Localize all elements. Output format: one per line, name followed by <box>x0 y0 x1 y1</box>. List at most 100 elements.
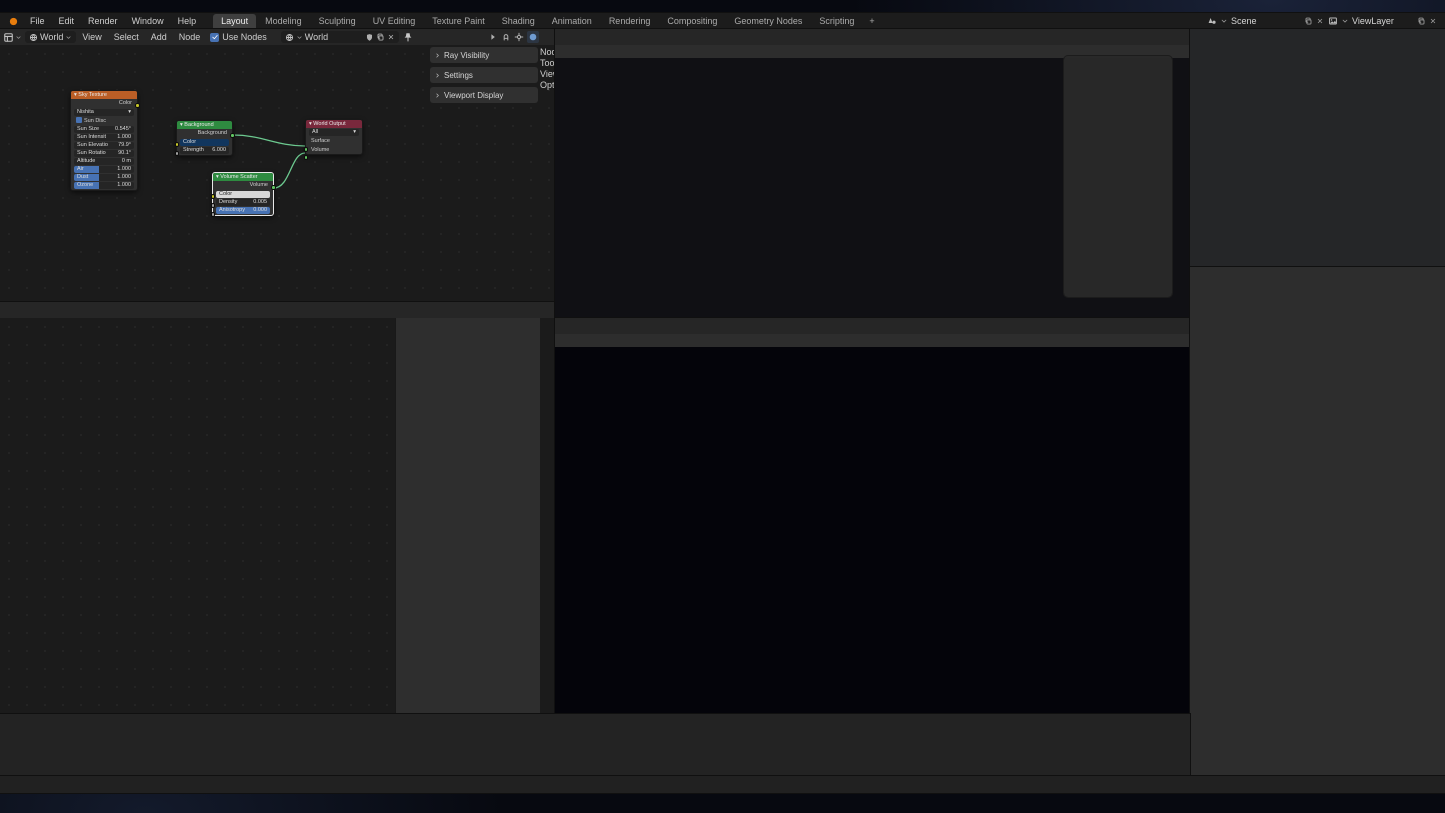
workspace-tab-animation[interactable]: Animation <box>544 14 600 29</box>
workspace-tab-texture-paint[interactable]: Texture Paint <box>424 14 493 29</box>
chevron-right-icon <box>434 72 441 79</box>
node-socket[interactable] <box>211 212 216 217</box>
sky-field-4[interactable]: Altitude0 m <box>74 158 134 165</box>
topbar-right: Scene ViewLayer <box>1207 16 1445 26</box>
panel-label: Ray Visibility <box>444 51 489 60</box>
sky-field-1[interactable]: Sun Intensit1.000 <box>74 134 134 141</box>
workspace-tab-scripting[interactable]: Scripting <box>811 14 862 29</box>
viewport-bottom-gizmos[interactable] <box>1135 350 1190 490</box>
chevron-down-icon <box>1220 17 1228 25</box>
close-icon[interactable] <box>1316 17 1324 25</box>
background-strength-field[interactable]: Strength6.000 <box>180 147 229 154</box>
background-node[interactable]: ▾ BackgroundBackgroundColorStrength6.000 <box>176 120 233 156</box>
sky-type-dropdown[interactable]: Nishita▾ <box>74 109 134 116</box>
use-nodes-checkbox[interactable]: Use Nodes <box>210 32 267 42</box>
node-socket[interactable] <box>304 155 309 160</box>
overlay-toggle-icon[interactable] <box>527 31 539 43</box>
workspace-tab-geometry-nodes[interactable]: Geometry Nodes <box>726 14 810 29</box>
shader-type-selector[interactable]: World <box>25 31 76 43</box>
sky-slider-2[interactable]: Ozone1.000 <box>74 182 134 189</box>
node-socket[interactable] <box>211 203 216 208</box>
sidebar-tab-node[interactable]: Node <box>540 47 555 57</box>
copy-icon[interactable] <box>1417 17 1426 26</box>
topbar-menu-file[interactable]: File <box>23 13 52 29</box>
shader-node-canvas[interactable]: ▾ Sky Texture Color Nishita▾Sun DiscSun Si… <box>0 45 555 302</box>
geometry-editor-header <box>0 302 555 318</box>
node-socket[interactable] <box>175 151 180 156</box>
shader-menu-view[interactable]: View <box>76 32 107 42</box>
editor-type-button[interactable] <box>3 32 22 43</box>
sidebar-tab-view[interactable]: View <box>540 69 555 79</box>
node-socket[interactable] <box>271 185 276 190</box>
sky-slider-1[interactable]: Dust1.000 <box>74 174 134 181</box>
status-bar <box>0 776 1445 793</box>
sky-field-0[interactable]: Sun Size0.545° <box>74 126 134 133</box>
properties-editor <box>1190 267 1445 776</box>
node-socket[interactable] <box>175 142 180 147</box>
chevron-right-icon <box>434 52 441 59</box>
shader-menu-node[interactable]: Node <box>173 32 207 42</box>
sidebar-panel-viewport-display[interactable]: Viewport Display <box>430 87 538 103</box>
workspace-tab-rendering[interactable]: Rendering <box>601 14 659 29</box>
unlink-icon[interactable] <box>387 33 395 41</box>
sun-disc-checkbox[interactable]: Sun Disc <box>71 117 137 126</box>
fake-user-icon[interactable] <box>365 33 374 42</box>
topbar-menu-help[interactable]: Help <box>171 13 204 29</box>
copy-icon[interactable] <box>376 33 385 42</box>
viewport-bottom-canvas[interactable] <box>555 347 1190 714</box>
shader-type-label: World <box>40 32 63 42</box>
workspace-tab-shading[interactable]: Shading <box>494 14 543 29</box>
sidebar-tab-tool[interactable]: Tool <box>540 58 555 68</box>
desktop: FileEditRenderWindowHelpLayoutModelingSc… <box>0 0 1445 813</box>
world-datablock-name: World <box>305 32 363 42</box>
sky-field-3[interactable]: Sun Rotatio90.1° <box>74 150 134 157</box>
viewport-top-gizmos[interactable] <box>1025 59 1085 209</box>
background-color-field[interactable]: Color <box>180 139 229 146</box>
viewport-bottom <box>555 318 1190 714</box>
topbar-menu-window[interactable]: Window <box>125 13 171 29</box>
header-magnet-icon[interactable] <box>501 32 511 42</box>
background-node-header: ▾ Background <box>177 121 232 129</box>
scatter-anisotropy-field[interactable]: Anisotropy0.000 <box>216 207 270 214</box>
workspace-tab-layout[interactable]: Layout <box>213 14 256 29</box>
shader-menu-add[interactable]: Add <box>145 32 173 42</box>
sidebar-tab-options[interactable]: Options <box>540 80 555 90</box>
chevron-down-icon <box>296 34 303 41</box>
view-layer-selector[interactable]: ViewLayer <box>1328 16 1437 26</box>
close-icon[interactable] <box>1429 17 1437 25</box>
copy-icon[interactable] <box>1304 17 1313 26</box>
background-output: Background <box>177 129 232 138</box>
sky-texture-node[interactable]: ▾ Sky TextureColorNishita▾Sun DiscSun Si… <box>70 90 138 191</box>
shader-sidebar-tabs: NodeToolViewOptions <box>540 47 555 90</box>
use-nodes-label: Use Nodes <box>222 32 267 42</box>
workspace-tab-modeling[interactable]: Modeling <box>257 14 310 29</box>
outliner <box>1190 29 1445 267</box>
topbar-menu-edit[interactable]: Edit <box>52 13 82 29</box>
workspace-tab-sculpting[interactable]: Sculpting <box>311 14 364 29</box>
world-datablock[interactable]: World <box>281 31 399 43</box>
shader-menu-select[interactable]: Select <box>108 32 145 42</box>
header-trir-icon[interactable] <box>488 32 498 42</box>
sky-field-2[interactable]: Sun Elevatio79.9° <box>74 142 134 149</box>
scatter-color-field[interactable]: Color <box>216 191 270 198</box>
topbar-menu-render[interactable]: Render <box>81 13 125 29</box>
sidebar-panel-ray-visibility[interactable]: Ray Visibility <box>430 47 538 63</box>
sidebar-panel-settings[interactable]: Settings <box>430 67 538 83</box>
node-socket[interactable] <box>211 194 216 199</box>
scatter-density-field[interactable]: Density0.005 <box>216 199 270 206</box>
pin-icon[interactable] <box>403 32 413 42</box>
world-output-target[interactable]: All▾ <box>309 129 359 136</box>
sky-slider-0[interactable]: Air1.000 <box>74 166 134 173</box>
scene-selector[interactable]: Scene <box>1207 16 1324 26</box>
workspace-tab-compositing[interactable]: Compositing <box>659 14 725 29</box>
node-socket[interactable] <box>230 133 235 138</box>
header-cursor3d-icon[interactable] <box>514 32 524 42</box>
workspace-tab-uv-editing[interactable]: UV Editing <box>365 14 424 29</box>
geometry-sidebar <box>395 318 540 714</box>
add-workspace-button[interactable]: + <box>863 14 880 29</box>
shader-editor-header: World ViewSelectAddNode Use Nodes World <box>0 29 555 45</box>
node-socket[interactable] <box>135 103 140 108</box>
volume-scatter-node[interactable]: ▾ Volume ScatterVolumeColorDensity0.005A… <box>212 172 274 216</box>
world-output-node[interactable]: ▾ World OutputAll▾SurfaceVolume <box>305 119 363 155</box>
sky-texture-node-header: ▾ Sky Texture <box>71 91 137 99</box>
